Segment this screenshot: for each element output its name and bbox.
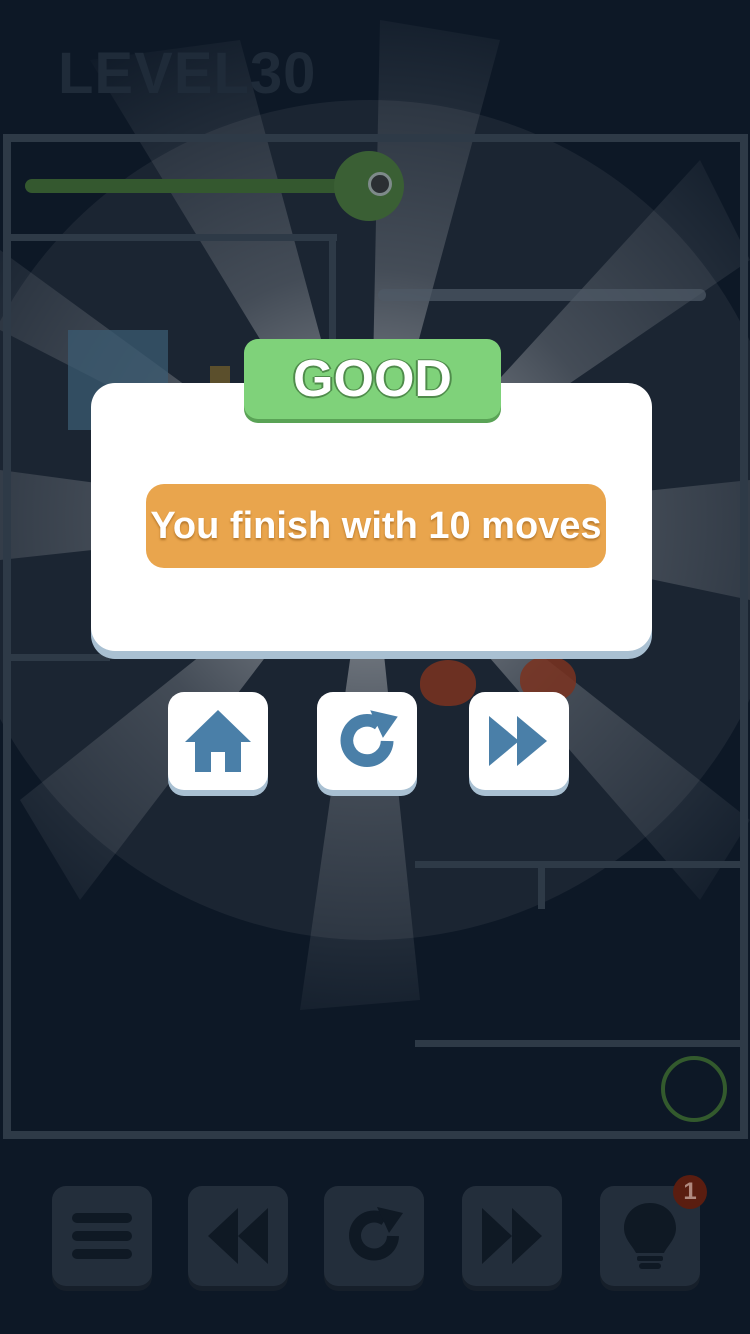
floating-bar bbox=[378, 289, 706, 301]
fast-forward-icon bbox=[482, 1208, 542, 1264]
rewind-icon bbox=[208, 1208, 268, 1264]
maze-wall bbox=[10, 654, 110, 661]
goal-ring bbox=[661, 1056, 727, 1122]
menu-button[interactable] bbox=[52, 1186, 152, 1286]
restart-icon bbox=[349, 1207, 403, 1261]
hint-count-badge: 1 bbox=[673, 1175, 707, 1209]
maze-wall bbox=[538, 861, 545, 909]
restart-icon bbox=[340, 710, 398, 767]
game-board bbox=[0, 0, 750, 1334]
board-border-bottom bbox=[3, 1131, 748, 1139]
lightbulb-icon bbox=[624, 1203, 676, 1269]
menu-icon bbox=[72, 1213, 132, 1259]
slider-track bbox=[25, 179, 365, 193]
maze-wall bbox=[415, 1040, 745, 1047]
rating-ribbon: GOOD bbox=[244, 339, 501, 419]
maze-wall bbox=[329, 234, 336, 344]
maze-wall bbox=[10, 234, 337, 241]
game-screen: LEVEL30 1 GOOD You finish with 10 moves bbox=[0, 0, 750, 1334]
board-border-right bbox=[740, 134, 748, 1139]
restart-level-button[interactable] bbox=[317, 692, 417, 790]
rewind-button[interactable] bbox=[188, 1186, 288, 1286]
next-level-button[interactable] bbox=[469, 692, 569, 790]
maze-wall bbox=[415, 861, 745, 868]
creature bbox=[420, 660, 476, 706]
restart-button[interactable] bbox=[324, 1186, 424, 1286]
eye-icon bbox=[368, 172, 392, 196]
board-border-left bbox=[3, 134, 11, 1139]
fast-forward-button[interactable] bbox=[462, 1186, 562, 1286]
moves-message: You finish with 10 moves bbox=[146, 484, 606, 568]
home-icon bbox=[185, 710, 251, 772]
next-level-icon bbox=[489, 716, 547, 766]
board-border-top bbox=[3, 134, 748, 142]
home-button[interactable] bbox=[168, 692, 268, 790]
